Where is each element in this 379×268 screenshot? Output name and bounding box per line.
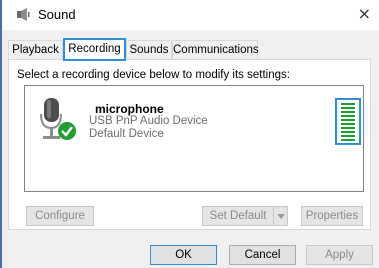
- level-segment: [341, 131, 355, 133]
- title-bar: Sound ×: [2, 0, 379, 30]
- level-segment: [341, 139, 355, 141]
- level-segment: [341, 127, 355, 129]
- level-segment: [341, 115, 355, 117]
- close-button[interactable]: ×: [358, 4, 371, 23]
- properties-button[interactable]: Properties: [301, 206, 363, 226]
- cancel-button[interactable]: Cancel: [229, 245, 296, 265]
- speaker-icon: [17, 8, 30, 21]
- device-status: Default Device: [89, 128, 164, 140]
- level-segment: [341, 111, 355, 113]
- level-segment: [341, 119, 355, 121]
- window-title: Sound: [38, 7, 76, 22]
- tab-communications[interactable]: Communications: [172, 40, 259, 60]
- tab-recording[interactable]: Recording: [63, 38, 126, 61]
- microphone-icon: [40, 98, 76, 140]
- device-name: microphone: [95, 102, 164, 116]
- ok-button[interactable]: OK: [150, 245, 217, 265]
- level-segment: [341, 103, 355, 105]
- sound-dialog: Sound × Playback Recording Sounds Commun…: [0, 0, 379, 268]
- chevron-down-icon: [277, 214, 285, 219]
- device-list[interactable]: microphone USB PnP Audio Device Default …: [24, 85, 364, 192]
- configure-button[interactable]: Configure: [26, 206, 94, 226]
- level-segment: [341, 123, 355, 125]
- window-border: [0, 0, 2, 268]
- level-bars: [341, 103, 355, 141]
- green-check-badge-icon: [58, 122, 76, 140]
- set-default-button[interactable]: Set Default: [202, 206, 274, 226]
- level-meter: [335, 98, 361, 145]
- device-description: USB PnP Audio Device: [89, 115, 208, 127]
- level-segment: [341, 107, 355, 109]
- level-segment: [341, 135, 355, 137]
- tab-playback[interactable]: Playback: [8, 40, 63, 60]
- instruction-text: Select a recording device below to modif…: [17, 69, 290, 81]
- tab-sounds[interactable]: Sounds: [126, 40, 172, 60]
- list-item[interactable]: microphone USB PnP Audio Device Default …: [27, 88, 361, 148]
- set-default-dropdown[interactable]: [273, 206, 288, 226]
- apply-button[interactable]: Apply: [306, 245, 373, 265]
